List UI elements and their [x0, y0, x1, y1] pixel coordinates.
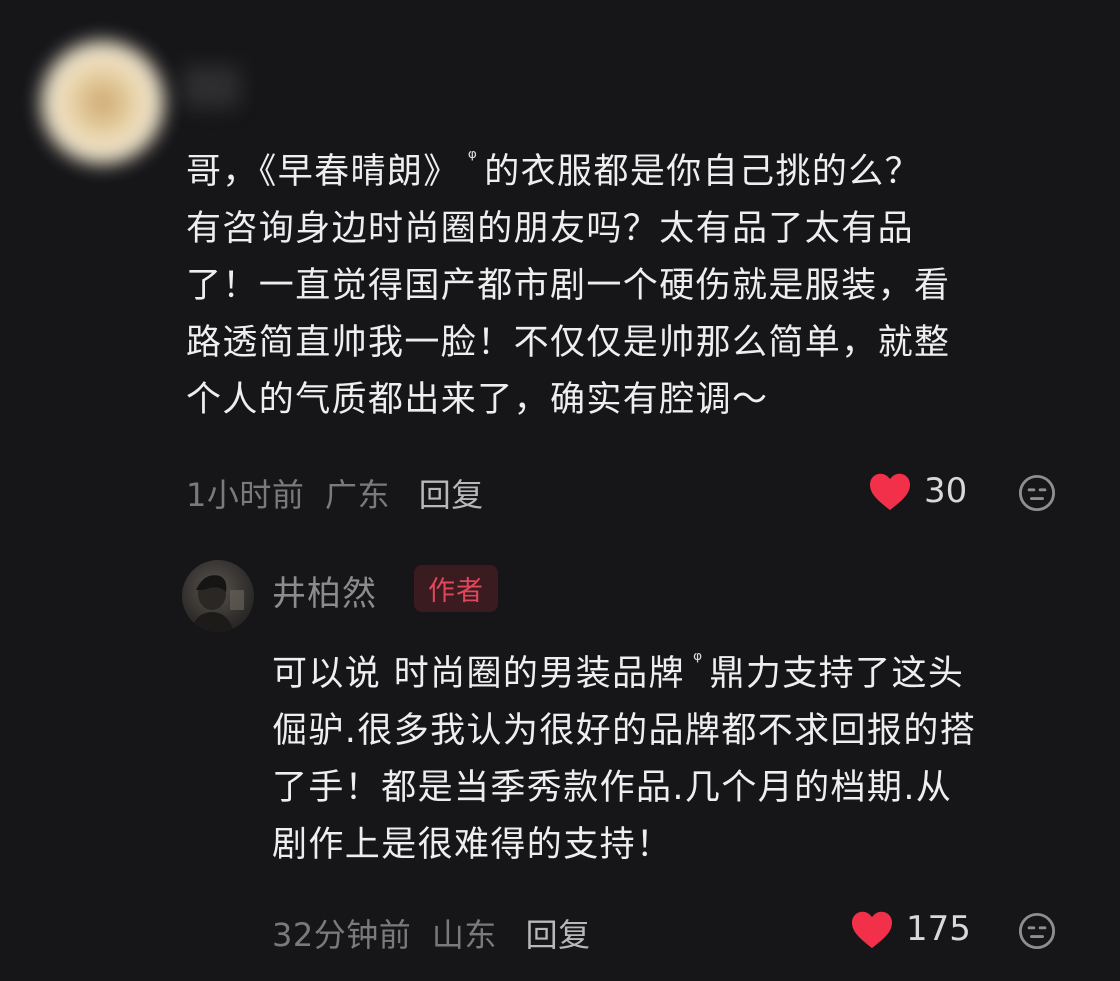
- commenter-avatar[interactable]: [40, 40, 165, 165]
- author-name[interactable]: 井柏然: [272, 566, 377, 615]
- reply-time: 32分钟前: [272, 916, 412, 954]
- author-avatar[interactable]: [182, 560, 254, 632]
- search-link-icon[interactable]: ᵠ: [693, 632, 704, 689]
- author-portrait: [190, 575, 244, 632]
- dislike-face-icon[interactable]: [1018, 474, 1056, 512]
- like-count: 30: [924, 471, 968, 511]
- reply-button[interactable]: 回复: [526, 916, 591, 954]
- reply-text: 可以说 时尚圈的男装品牌 ᵠ 鼎力支持了这头 倔驴.很多我认为很好的品牌都不求回报的…: [272, 632, 1092, 874]
- dislike-face-icon[interactable]: [1018, 912, 1056, 950]
- like-button[interactable]: 175: [850, 909, 971, 949]
- like-count: 175: [906, 909, 971, 949]
- search-link-icon[interactable]: ᵠ: [468, 130, 479, 187]
- reply-meta: 32分钟前 山东 回复: [272, 910, 591, 956]
- commenter-name-blurred[interactable]: [182, 66, 240, 108]
- author-badge: 作者: [414, 565, 498, 612]
- comment-location: 广东: [325, 476, 391, 514]
- reply-text-part: 可以说 时尚圈的男装品牌: [272, 654, 685, 694]
- like-button[interactable]: 30: [868, 471, 967, 511]
- reply-button[interactable]: 回复: [419, 476, 484, 514]
- heart-icon: [870, 473, 910, 511]
- comment-text: 哥，《早春晴朗》 ᵠ 的衣服都是你自己挑的么？ 有咨询身边时尚圈的朋友吗？太有品了太…: [186, 130, 1086, 429]
- comment-text-part: 哥，《早春晴朗》: [186, 152, 460, 192]
- comment-time: 1小时前: [186, 476, 305, 514]
- heart-icon: [852, 911, 892, 949]
- comment-meta: 1小时前 广东 回复: [186, 470, 484, 516]
- reply-location: 山东: [431, 916, 497, 954]
- comment-text-part: 的衣服都是你自己挑的么？ 有咨询身边时尚圈的朋友吗？太有品了太有品 了！一直觉得…: [186, 152, 951, 420]
